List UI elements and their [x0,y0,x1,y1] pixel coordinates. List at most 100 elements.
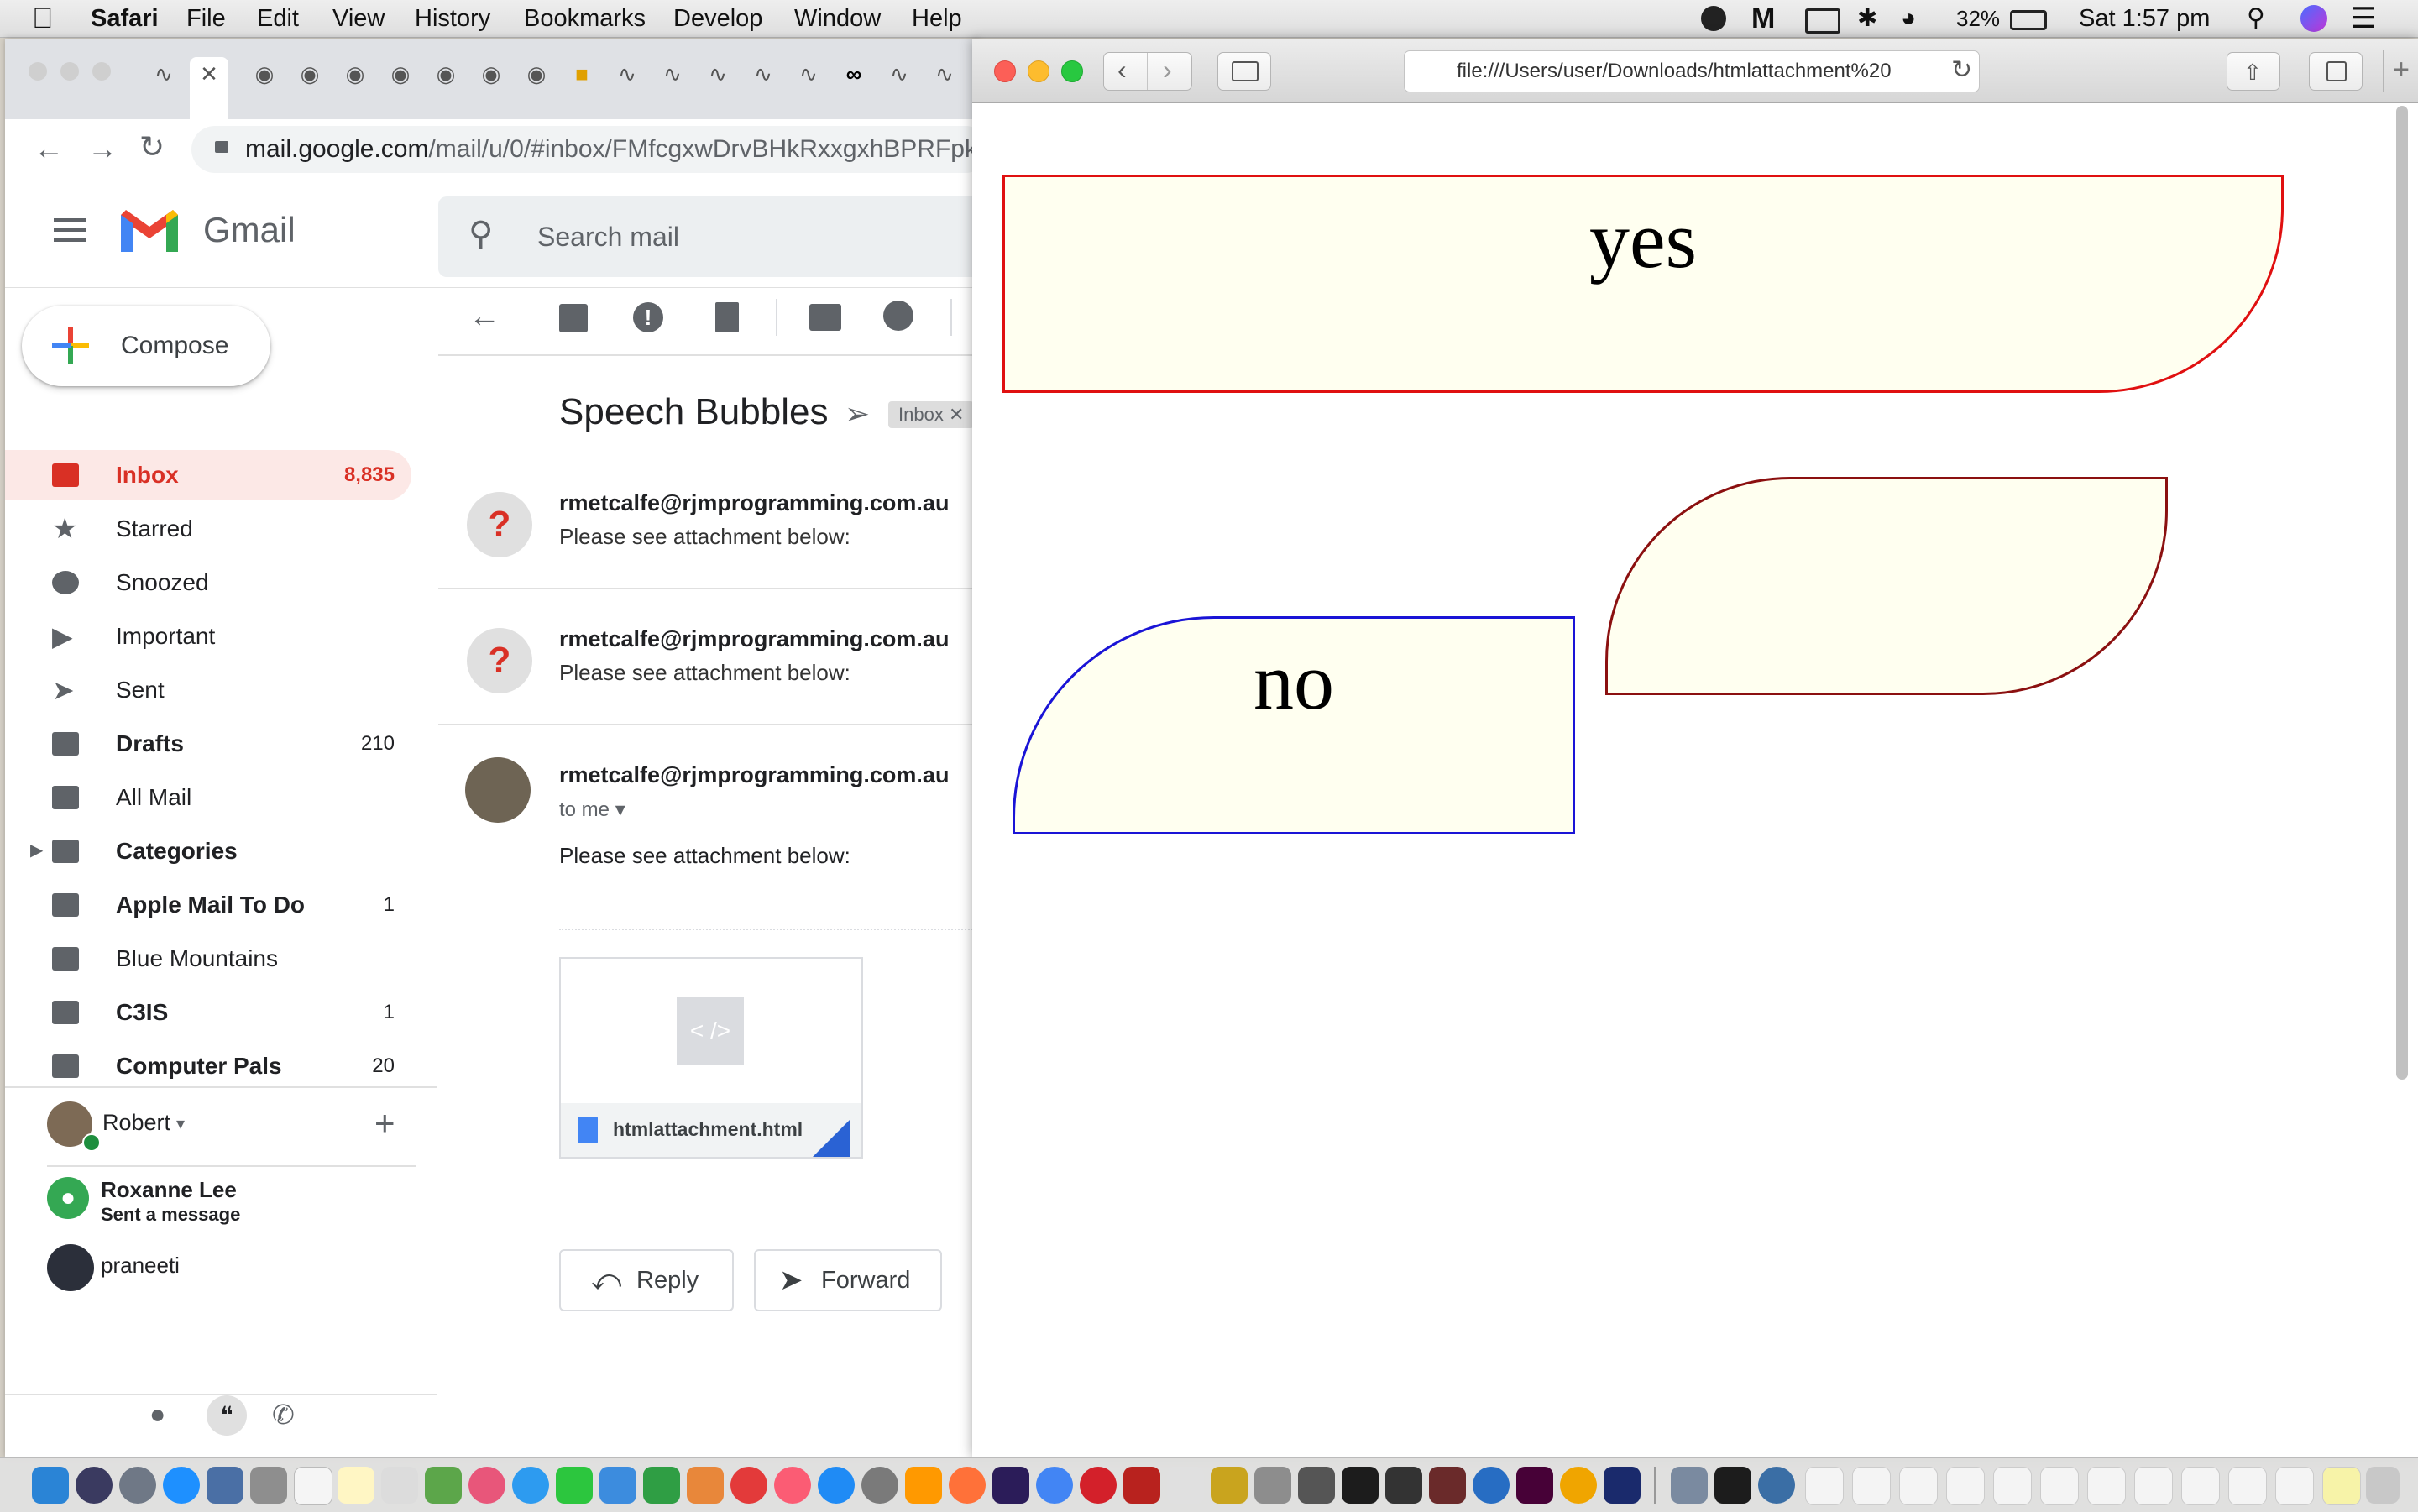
sequel-pro-icon[interactable] [1167,1467,1204,1504]
remove-label-icon[interactable]: ✕ [949,404,964,425]
reply-button[interactable]: ⤺ Reply [559,1249,734,1311]
message-snippet[interactable]: Please see attachment below: [559,660,850,686]
tab-favicon-icon[interactable]: ∿ [144,57,183,91]
spotlight-icon[interactable]: ⚲ [2247,0,2265,37]
document-thumbnail-icon[interactable] [2087,1467,2126,1505]
document-thumbnail-icon[interactable] [1946,1467,1985,1505]
sidebar-item-drafts[interactable]: Drafts 210 [5,719,411,769]
news-icon[interactable] [730,1467,767,1504]
preview-icon[interactable] [207,1467,243,1504]
sidebar-item-all-mail[interactable]: All Mail [5,772,411,823]
menu-develop[interactable]: Develop [673,0,762,37]
sidebar-item-snoozed[interactable]: Snoozed [5,557,411,608]
tab-favicon-icon[interactable]: ∿ [653,57,692,91]
search-input[interactable]: Search mail [537,196,679,277]
contact-name[interactable]: praneeti [101,1253,180,1279]
hangouts-icon[interactable]: ❝ [207,1395,247,1436]
contacts-icon[interactable]: ● [149,1399,165,1430]
system-preferences-icon[interactable] [861,1467,898,1504]
tab-abc-icon[interactable]: ∞ [835,57,873,91]
tab-favicon-icon[interactable]: ∿ [880,57,919,91]
sidebar-item-blue-mountains[interactable]: Blue Mountains [5,934,411,984]
main-menu-icon[interactable] [54,218,86,222]
sidebar-item-inbox[interactable]: Inbox 8,835 [5,450,411,500]
music-icon[interactable] [774,1467,811,1504]
siri-icon[interactable] [2300,5,2327,32]
sidebar-item-apple-mail-to-do[interactable]: Apple Mail To Do 1 [5,880,411,930]
chrome-omnibox[interactable]: mail.google.com/mail/u/0/#inbox/FMfcgxwD… [191,126,989,173]
launchpad-icon[interactable] [119,1467,156,1504]
app-icon[interactable] [1671,1467,1708,1504]
document-thumbnail-icon[interactable] [2040,1467,2079,1505]
document-thumbnail-icon[interactable] [1805,1467,1844,1505]
notes-icon[interactable] [338,1467,374,1504]
back-icon[interactable]: ‹ [1117,55,1127,86]
terminal-icon[interactable] [1342,1467,1379,1504]
chevron-down-icon[interactable]: ▾ [176,1113,185,1134]
message-snippet[interactable]: Please see attachment below: [559,524,850,550]
report-spam-icon[interactable]: ! [633,302,663,332]
tab-globe-icon[interactable]: ◉ [517,57,556,91]
document-thumbnail-icon[interactable] [2181,1467,2220,1505]
apple-menu-icon[interactable]:  [32,0,54,37]
app-icon[interactable] [1714,1467,1751,1504]
back-icon[interactable]: ← [34,131,64,166]
sidebar-item-important[interactable]: ▶ Important [5,611,411,662]
recipient-summary[interactable]: to me ▾ [559,798,625,822]
chrome-dock-icon[interactable] [1036,1467,1073,1504]
tab-globe-icon[interactable]: ◉ [427,57,465,91]
forward-icon[interactable]: › [1163,55,1172,86]
window-zoom-button[interactable] [92,62,111,81]
maps-icon[interactable] [425,1467,462,1504]
phone-icon[interactable]: ✆ [272,1399,295,1431]
menu-edit[interactable]: Edit [257,0,299,37]
finder-icon[interactable] [32,1467,69,1504]
archive-icon[interactable] [559,304,588,332]
amazon-icon[interactable] [905,1467,942,1504]
document-thumbnail-icon[interactable] [1899,1467,1938,1505]
app-icon[interactable] [1429,1467,1466,1504]
tab-favicon-icon[interactable]: ∿ [744,57,782,91]
tab-globe-icon[interactable]: ◉ [381,57,420,91]
contact-avatar-icon[interactable]: ● [47,1177,89,1219]
tab-globe-icon[interactable]: ◉ [290,57,329,91]
menu-file[interactable]: File [186,0,226,37]
menu-history[interactable]: History [415,0,490,37]
menu-app-name[interactable]: Safari [91,0,159,37]
back-forward-buttons[interactable]: ‹ › [1103,52,1192,91]
app-icon[interactable] [1385,1467,1422,1504]
sidebar-item-starred[interactable]: ★ Starred [5,504,411,554]
sidebar-item-computer-pals[interactable]: Computer Pals 20 [5,1041,411,1085]
search-icon[interactable]: ⚲ [468,215,493,254]
snooze-icon[interactable] [883,301,913,331]
tab-key-icon[interactable]: ■ [563,57,601,91]
airplay-icon[interactable] [1805,8,1840,34]
reload-icon[interactable]: ↻ [1951,55,1972,85]
photos-icon[interactable] [468,1467,505,1504]
tab-favicon-icon[interactable]: ∿ [608,57,646,91]
safari-dock-icon[interactable] [163,1467,200,1504]
sidebar-toggle-button[interactable] [1217,52,1271,91]
attachment-card[interactable]: < /> htmlattachment.html [559,957,863,1159]
contact-avatar[interactable] [47,1244,94,1291]
contact-name[interactable]: Roxanne Lee [101,1177,237,1203]
app-icon[interactable] [1604,1467,1641,1504]
expand-arrow-icon[interactable]: ▶ [30,840,43,861]
document-thumbnail-icon[interactable] [1852,1467,1891,1505]
app-icon[interactable] [1211,1467,1248,1504]
inbox-label-chip[interactable]: Inbox ✕ [888,401,975,428]
address-bar[interactable]: file:///Users/user/Downloads/htmlattachm… [1404,50,1980,92]
document-thumbnail-icon[interactable] [2228,1467,2267,1505]
tab-globe-icon[interactable]: ◉ [472,57,510,91]
opera-icon[interactable] [1080,1467,1117,1504]
window-minimize-button[interactable] [60,62,79,81]
tab-favicon-icon[interactable]: ∿ [699,57,737,91]
new-tab-icon[interactable]: + [2383,50,2418,92]
hangouts-me-name[interactable]: Robert [102,1110,170,1136]
sender-unknown-avatar-icon[interactable]: ? [467,492,532,557]
messages-icon[interactable] [512,1467,549,1504]
compose-button[interactable]: Compose [22,306,270,386]
numbers-icon[interactable] [643,1467,680,1504]
app-icon[interactable] [1254,1467,1291,1504]
delete-icon[interactable] [715,302,739,332]
